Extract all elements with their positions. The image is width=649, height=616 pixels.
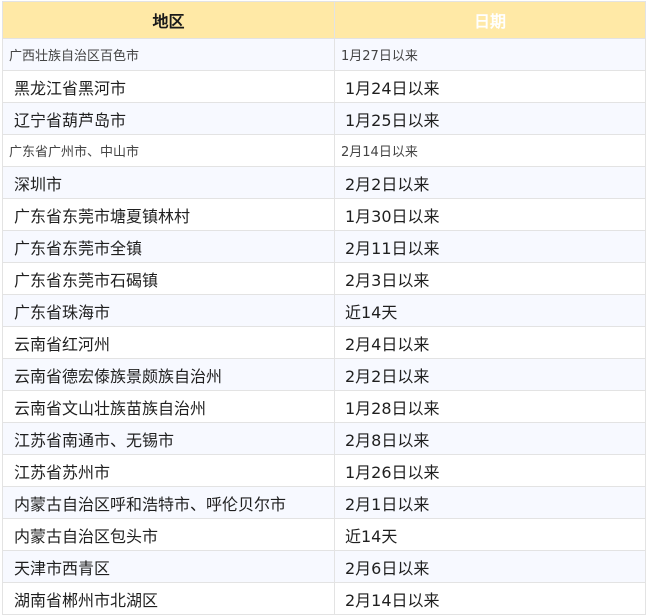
- table-row: 江苏省苏州市 1月26日以来: [2, 454, 646, 487]
- date-cell: 1月25日以来: [334, 102, 646, 135]
- date-cell: 2月14日以来: [334, 134, 646, 167]
- region-cell: 湖南省郴州市北湖区: [2, 582, 335, 615]
- date-cell: 2月3日以来: [334, 262, 646, 295]
- table-row: 辽宁省葫芦岛市 1月25日以来: [2, 102, 646, 135]
- table-row: 天津市西青区 2月6日以来: [2, 550, 646, 583]
- region-cell: 广东省东莞市塘夏镇林村: [2, 198, 335, 231]
- date-cell: 1月26日以来: [334, 454, 646, 487]
- table-row: 广东省东莞市塘夏镇林村 1月30日以来: [2, 198, 646, 231]
- date-cell: 1月24日以来: [334, 70, 646, 103]
- region-cell: 深圳市: [2, 166, 335, 199]
- region-cell: 广西壮族自治区百色市: [2, 38, 335, 71]
- region-cell: 云南省红河州: [2, 326, 335, 359]
- date-cell: 2月2日以来: [334, 166, 646, 199]
- header-region: 地区: [2, 1, 335, 39]
- region-cell: 江苏省南通市、无锡市: [2, 422, 335, 455]
- region-cell: 辽宁省葫芦岛市: [2, 102, 335, 135]
- region-cell: 黑龙江省黑河市: [2, 70, 335, 103]
- region-cell: 江苏省苏州市: [2, 454, 335, 487]
- header-date: 日期: [334, 1, 646, 39]
- table-row: 内蒙古自治区呼和浩特市、呼伦贝尔市 2月1日以来: [2, 486, 646, 519]
- date-cell: 1月27日以来: [334, 38, 646, 71]
- table-row: 云南省德宏傣族景颇族自治州 2月2日以来: [2, 358, 646, 391]
- region-cell: 云南省文山壮族苗族自治州: [2, 390, 335, 423]
- table-row: 广西壮族自治区百色市 1月27日以来: [2, 38, 646, 71]
- region-cell: 云南省德宏傣族景颇族自治州: [2, 358, 335, 391]
- region-cell: 广东省东莞市全镇: [2, 230, 335, 263]
- date-cell: 2月4日以来: [334, 326, 646, 359]
- date-cell: 2月1日以来: [334, 486, 646, 519]
- date-cell: 2月14日以来: [334, 582, 646, 615]
- date-cell: 近14天: [334, 518, 646, 551]
- date-cell: 2月11日以来: [334, 230, 646, 263]
- region-date-table: 地区 日期 广西壮族自治区百色市 1月27日以来 黑龙江省黑河市 1月24日以来 辽宁省…: [2, 1, 646, 615]
- table-row: 云南省文山壮族苗族自治州 1月28日以来: [2, 390, 646, 423]
- region-cell: 天津市西青区: [2, 550, 335, 583]
- date-cell: 2月8日以来: [334, 422, 646, 455]
- date-cell: 1月28日以来: [334, 390, 646, 423]
- header-row: 地区 日期: [2, 1, 646, 39]
- table-row: 广东省广州市、中山市 2月14日以来: [2, 134, 646, 167]
- table-row: 云南省红河州 2月4日以来: [2, 326, 646, 359]
- date-cell: 2月6日以来: [334, 550, 646, 583]
- region-cell: 内蒙古自治区包头市: [2, 518, 335, 551]
- table-row: 深圳市 2月2日以来: [2, 166, 646, 199]
- region-cell: 内蒙古自治区呼和浩特市、呼伦贝尔市: [2, 486, 335, 519]
- table-body: 广西壮族自治区百色市 1月27日以来 黑龙江省黑河市 1月24日以来 辽宁省葫芦岛市 1月…: [2, 38, 646, 615]
- date-cell: 近14天: [334, 294, 646, 327]
- region-cell: 广东省珠海市: [2, 294, 335, 327]
- table-row: 湖南省郴州市北湖区 2月14日以来: [2, 582, 646, 615]
- table-row: 广东省东莞市全镇 2月11日以来: [2, 230, 646, 263]
- table-row: 广东省东莞市石碣镇 2月3日以来: [2, 262, 646, 295]
- table-row: 内蒙古自治区包头市 近14天: [2, 518, 646, 551]
- date-cell: 2月2日以来: [334, 358, 646, 391]
- date-cell: 1月30日以来: [334, 198, 646, 231]
- region-cell: 广东省东莞市石碣镇: [2, 262, 335, 295]
- table-row: 黑龙江省黑河市 1月24日以来: [2, 70, 646, 103]
- table-row: 广东省珠海市 近14天: [2, 294, 646, 327]
- table-row: 江苏省南通市、无锡市 2月8日以来: [2, 422, 646, 455]
- region-cell: 广东省广州市、中山市: [2, 134, 335, 167]
